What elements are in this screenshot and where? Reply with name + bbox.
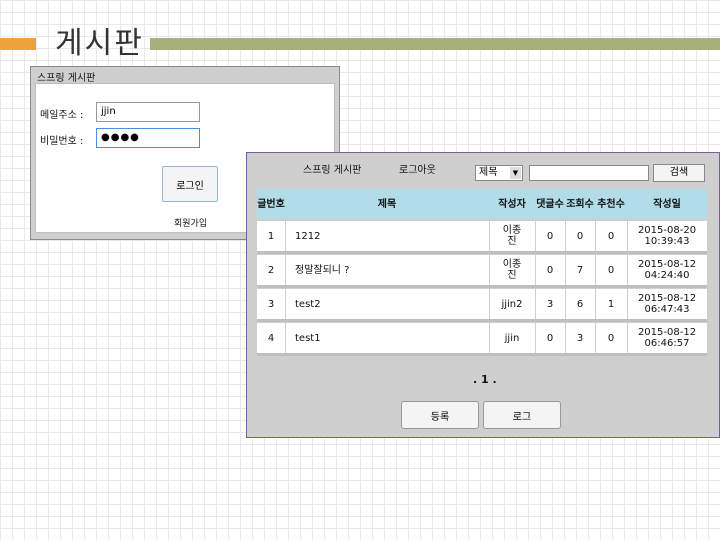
cell-author: jjin2 (501, 298, 523, 310)
table-row[interactable]: 3 test2 jjin2 3 6 1 2015-08-12 06:47:43 (257, 289, 707, 322)
join-link[interactable]: 회원가입 (174, 216, 207, 229)
cell-comments: 3 (546, 298, 554, 310)
cell-no: 1 (267, 230, 275, 242)
login-button[interactable]: 로그인 (162, 166, 218, 202)
write-button[interactable]: 등록 (401, 401, 479, 429)
cell-views: 7 (576, 264, 584, 276)
col-header-likes: 추천수 (597, 198, 625, 210)
cell-author: 이종진 (502, 259, 522, 281)
title-accent-bar (0, 38, 36, 50)
chevron-down-icon: ▼ (510, 167, 521, 179)
cell-no: 3 (267, 298, 275, 310)
cell-comments: 0 (546, 264, 554, 276)
cell-views: 0 (576, 230, 584, 242)
col-header-comments: 댓글수 (536, 198, 564, 210)
cell-author: 이종진 (502, 225, 522, 247)
cell-no: 2 (267, 264, 275, 276)
cell-date: 2015-08-12 06:47:43 (637, 293, 697, 315)
password-label: 비밀번호 : (40, 136, 84, 147)
search-field-select-value: 제목 (479, 167, 498, 178)
email-field[interactable]: jjin (96, 102, 200, 122)
search-field-select[interactable]: 제목 ▼ (475, 165, 523, 181)
cell-likes: 1 (607, 298, 615, 310)
login-window-title: 스프링 게시판 (37, 73, 96, 84)
cell-title[interactable]: test2 (285, 289, 489, 319)
table-header: 글번호 제목 작성자 댓글수 조회수 추천수 작성일 (257, 189, 707, 219)
cell-likes: 0 (607, 332, 615, 344)
cell-title[interactable]: test1 (285, 323, 489, 353)
logout-button[interactable]: 로그 (483, 401, 561, 429)
cell-date: 2015-08-20 10:39:43 (637, 225, 697, 247)
logout-link[interactable]: 로그아웃 (399, 161, 436, 176)
col-header-date: 작성일 (653, 198, 681, 210)
table-row[interactable]: 4 test1 jjin 0 3 0 2015-08-12 06:46:57 (257, 323, 707, 356)
cell-title[interactable]: 정말잘되니 ? (285, 255, 489, 285)
password-field[interactable]: ●●●● (96, 128, 200, 148)
col-header-author: 작성자 (498, 198, 526, 210)
cell-author: jjin (504, 332, 520, 344)
email-label: 메일주소 : (40, 110, 84, 121)
cell-comments: 0 (546, 230, 554, 242)
cell-views: 3 (576, 332, 584, 344)
cell-likes: 0 (607, 264, 615, 276)
table-row[interactable]: 2 정말잘되니 ? 이종진 0 7 0 2015-08-12 04:24:40 (257, 255, 707, 288)
cell-comments: 0 (546, 332, 554, 344)
col-header-no: 글번호 (257, 198, 285, 210)
cell-views: 6 (576, 298, 584, 310)
cell-title[interactable]: 1212 (285, 221, 489, 251)
cell-no: 4 (267, 332, 275, 344)
slide-title: 게시판 (55, 26, 144, 61)
board-title: 스프링 게시판 (303, 165, 362, 176)
col-header-views: 조회수 (566, 198, 594, 210)
search-input[interactable] (529, 165, 649, 181)
cell-date: 2015-08-12 04:24:40 (637, 259, 697, 281)
pagination[interactable]: . 1 . (473, 373, 497, 386)
cell-date: 2015-08-12 06:46:57 (637, 327, 697, 349)
cell-likes: 0 (607, 230, 615, 242)
board-window: 스프링 게시판 로그아웃 제목 ▼ 검색 글번호 제목 작성자 댓글수 조회수 … (246, 152, 720, 438)
title-rule-bar (150, 38, 720, 50)
table-row[interactable]: 1 1212 이종진 0 0 0 2015-08-20 10:39:43 (257, 221, 707, 254)
search-button[interactable]: 검색 (653, 164, 705, 182)
col-header-title: 제목 (377, 198, 397, 210)
